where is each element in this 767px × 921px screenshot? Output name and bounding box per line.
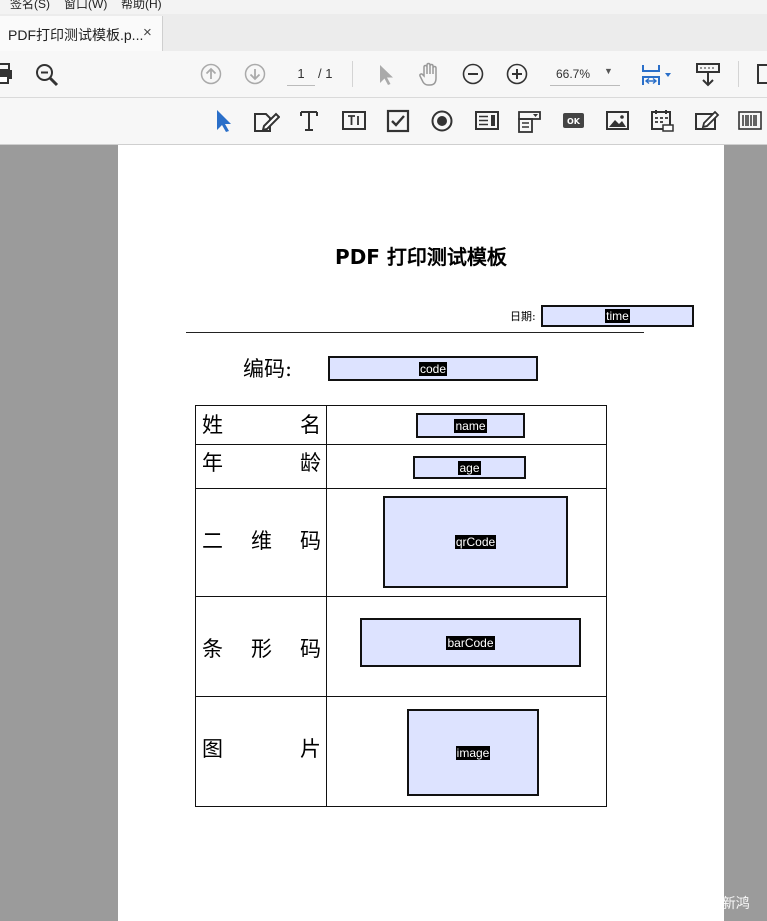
- value-cell: qrCode: [326, 488, 607, 597]
- label-cell: 条 形 码: [195, 596, 327, 697]
- label-char: 片: [300, 737, 321, 761]
- zoom-out-icon[interactable]: [462, 63, 484, 85]
- chevron-down-icon: ▼: [604, 66, 613, 76]
- menu-item-sign[interactable]: 签名(S): [10, 0, 50, 12]
- zoom-in-icon[interactable]: [506, 63, 528, 85]
- hand-tool-icon[interactable]: [417, 62, 441, 88]
- table-row: 年 龄 age: [195, 444, 607, 489]
- toolbar-divider: [352, 61, 353, 87]
- label-char: 龄: [300, 451, 321, 475]
- edit-fields-icon[interactable]: [252, 108, 280, 134]
- label-cell: 二 维 码: [195, 488, 327, 597]
- qrcode-field-name: qrCode: [454, 535, 497, 549]
- page-total: / 1: [318, 66, 333, 81]
- barcode-field-icon[interactable]: [738, 110, 762, 132]
- fit-page-icon[interactable]: [640, 61, 676, 87]
- label-char: 年: [202, 451, 223, 475]
- zoom-search-icon[interactable]: [35, 63, 59, 87]
- code-field-name: code: [418, 361, 448, 376]
- svg-text:OK: OK: [567, 117, 581, 126]
- list-box-icon[interactable]: [474, 109, 500, 133]
- scroll-mode-icon[interactable]: [695, 62, 721, 88]
- document-tab[interactable]: PDF打印测试模板.p... ×: [0, 16, 163, 52]
- checkbox-icon[interactable]: [386, 109, 410, 133]
- tab-bar: PDF打印测试模板.p... ×: [0, 14, 767, 52]
- value-cell: barCode: [326, 596, 607, 697]
- code-label: 编码:: [243, 357, 293, 381]
- label-cell: 年 龄: [195, 444, 327, 489]
- panel-icon[interactable]: [757, 64, 767, 84]
- select-cursor-icon[interactable]: [376, 63, 396, 87]
- radio-button-icon[interactable]: [430, 109, 454, 133]
- document-tab-title: PDF打印测试模板.p...: [8, 27, 144, 43]
- label-char: 名: [300, 413, 321, 437]
- value-cell: image: [326, 696, 607, 807]
- zoom-select[interactable]: 66.7% ▼: [550, 63, 620, 86]
- signature-field-icon[interactable]: [694, 108, 720, 134]
- main-toolbar: 1 / 1 66.7% ▼: [0, 51, 767, 98]
- select-object-icon[interactable]: [213, 108, 233, 134]
- watermark: CSDN @方新鸿: [650, 895, 750, 911]
- menu-item-help[interactable]: 帮助(H): [121, 0, 162, 12]
- zoom-value: 66.7%: [556, 67, 591, 81]
- label-char: 图: [202, 737, 223, 761]
- label-cell: 图 片: [195, 696, 327, 807]
- document-title: PDF 打印测试模板: [335, 245, 507, 269]
- text-field-icon[interactable]: [341, 109, 367, 133]
- divider-line: [186, 332, 644, 333]
- label-cell: 姓 名: [195, 405, 327, 445]
- info-table: 姓 名 name 年 龄 age 二 维 码 qrCode 条 形 码 barC…: [195, 405, 607, 807]
- table-row: 二 维 码 qrCode: [195, 488, 607, 597]
- value-cell: age: [326, 444, 607, 489]
- label-char: 形: [251, 637, 272, 661]
- image-field-name: image: [455, 745, 491, 760]
- time-field[interactable]: time: [541, 305, 694, 327]
- date-label: 日期:: [510, 310, 536, 323]
- table-row: 姓 名 name: [195, 405, 607, 445]
- toolbar-divider: [738, 61, 739, 87]
- label-char: 码: [300, 529, 321, 553]
- age-field[interactable]: age: [413, 456, 526, 479]
- pdf-page: PDF 打印测试模板 日期: time 编码: code 姓 名 name 年 …: [118, 145, 724, 921]
- barcode-field-name: barCode: [446, 635, 495, 650]
- text-tool-icon[interactable]: [298, 109, 320, 133]
- next-page-icon[interactable]: [244, 63, 266, 85]
- previous-page-icon[interactable]: [200, 63, 222, 85]
- label-char: 二: [202, 529, 223, 553]
- value-cell: name: [326, 405, 607, 445]
- table-row: 条 形 码 barCode: [195, 596, 607, 697]
- button-field-icon[interactable]: OK: [561, 111, 587, 131]
- label-char: 条: [202, 637, 223, 661]
- form-tools-toolbar: OK: [0, 98, 767, 145]
- date-field-icon[interactable]: [650, 108, 676, 134]
- name-field[interactable]: name: [416, 413, 525, 438]
- label-char: 姓: [202, 413, 223, 437]
- code-field[interactable]: code: [328, 356, 538, 381]
- age-field-name: age: [458, 460, 481, 475]
- label-char: 码: [300, 637, 321, 661]
- dropdown-field-icon[interactable]: [517, 109, 543, 135]
- menu-bar: 签名(S) 窗口(W) 帮助(H): [0, 0, 767, 14]
- qrcode-field[interactable]: qrCode: [383, 496, 568, 588]
- image-field[interactable]: image: [407, 709, 539, 796]
- table-row: 图 片 image: [195, 696, 607, 807]
- label-char: 维: [251, 529, 272, 553]
- image-field-icon[interactable]: [605, 109, 631, 133]
- print-icon[interactable]: [0, 62, 16, 86]
- time-field-name: time: [605, 309, 630, 323]
- close-tab-icon[interactable]: ×: [143, 24, 152, 41]
- name-field-name: name: [454, 418, 487, 433]
- barcode-field[interactable]: barCode: [360, 618, 581, 667]
- page-number-input[interactable]: 1: [287, 63, 315, 86]
- menu-item-window[interactable]: 窗口(W): [64, 0, 107, 12]
